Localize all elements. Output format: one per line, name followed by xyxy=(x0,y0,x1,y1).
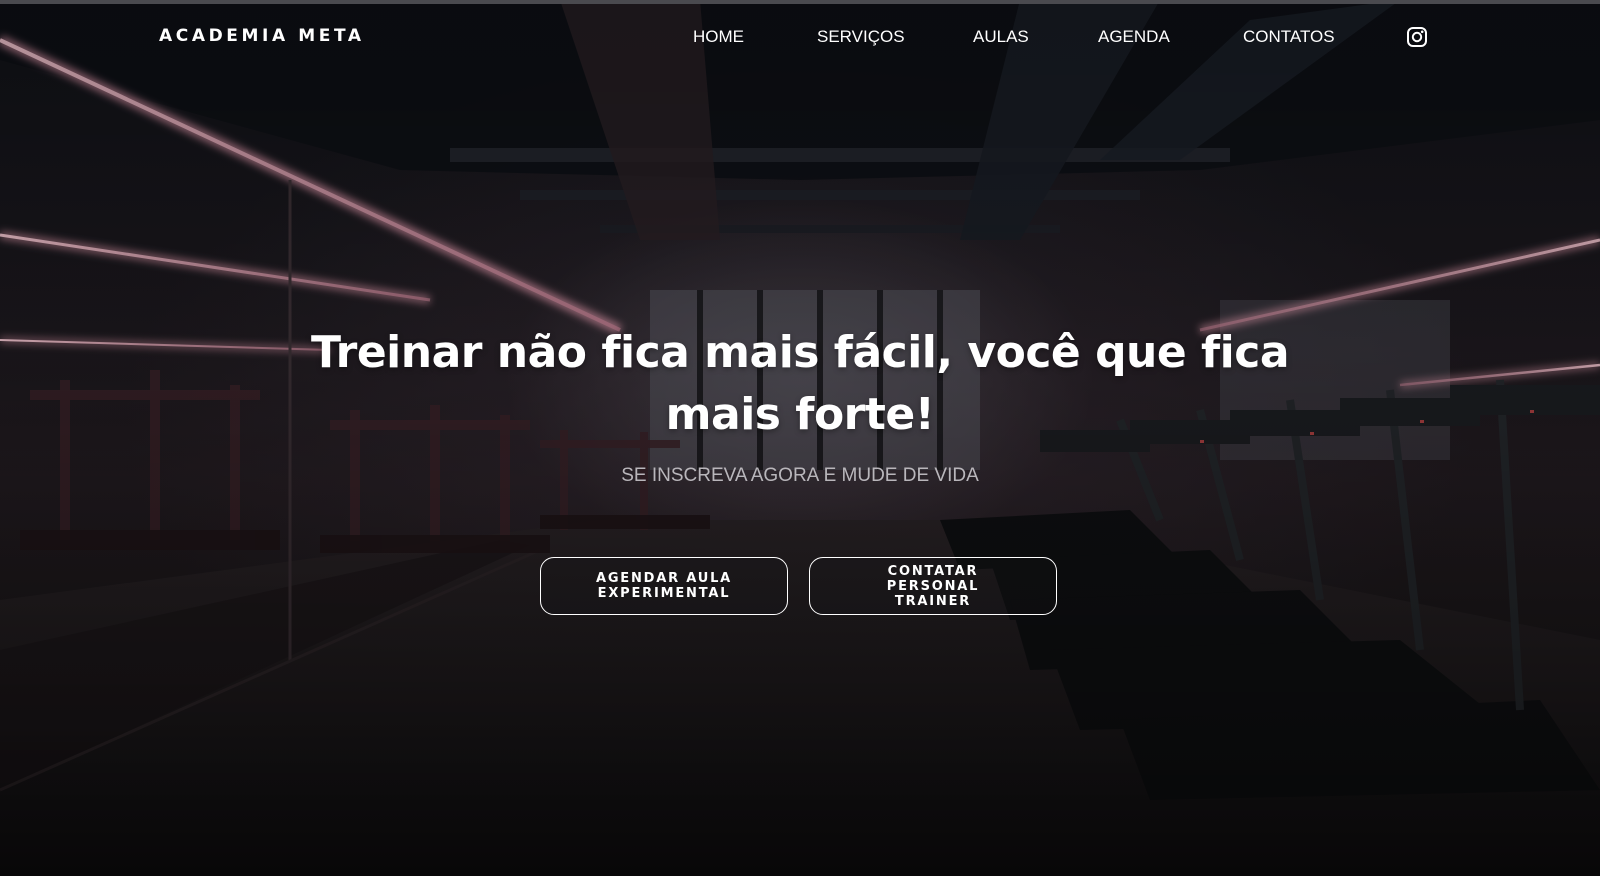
schedule-trial-class-button[interactable]: AGENDAR AULA EXPERIMENTAL xyxy=(540,557,788,615)
nav-item-aulas[interactable]: AULAS xyxy=(973,25,1029,49)
site-header: ACADEMIA META HOME SERVIÇOS AULAS AGENDA… xyxy=(0,4,1600,66)
nav-item-contatos[interactable]: CONTATOS xyxy=(1243,25,1335,49)
nav-item-agenda[interactable]: AGENDA xyxy=(1098,25,1170,49)
contact-personal-trainer-button[interactable]: CONTATAR PERSONAL TRAINER xyxy=(809,557,1057,615)
page: ACADEMIA META HOME SERVIÇOS AULAS AGENDA… xyxy=(0,0,1600,876)
hero-subtitle: SE INSCREVA AGORA E MUDE DE VIDA xyxy=(621,465,979,486)
main-nav: HOME SERVIÇOS AULAS AGENDA CONTATOS xyxy=(0,25,1600,49)
nav-item-home[interactable]: HOME xyxy=(693,25,744,49)
hero-title: Treinar não fica mais fácil, você que fi… xyxy=(310,327,1290,440)
instagram-icon[interactable] xyxy=(1406,26,1428,48)
nav-item-servicos[interactable]: SERVIÇOS xyxy=(817,25,905,49)
